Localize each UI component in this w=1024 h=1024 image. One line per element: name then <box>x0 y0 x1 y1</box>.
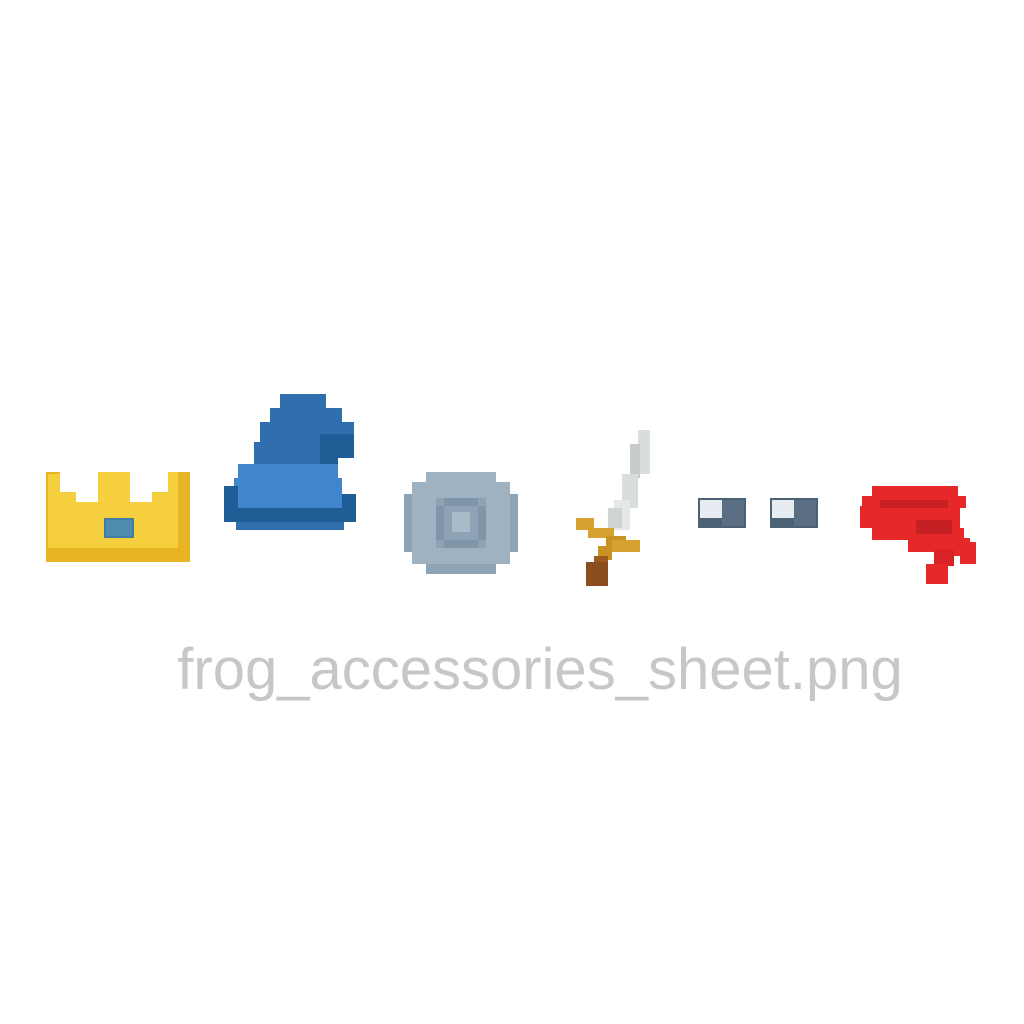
shield-icon <box>404 472 518 574</box>
crown-icon <box>46 472 190 562</box>
sword-icon <box>576 430 650 586</box>
sprite-sheet-canvas: frog_accessories_sheet.png <box>0 0 1024 1024</box>
sheet-filename-label: frog_accessories_sheet.png <box>177 637 903 702</box>
wizard-hat-icon <box>224 394 356 530</box>
scarf-icon <box>860 486 976 584</box>
glasses-icon <box>698 498 818 528</box>
